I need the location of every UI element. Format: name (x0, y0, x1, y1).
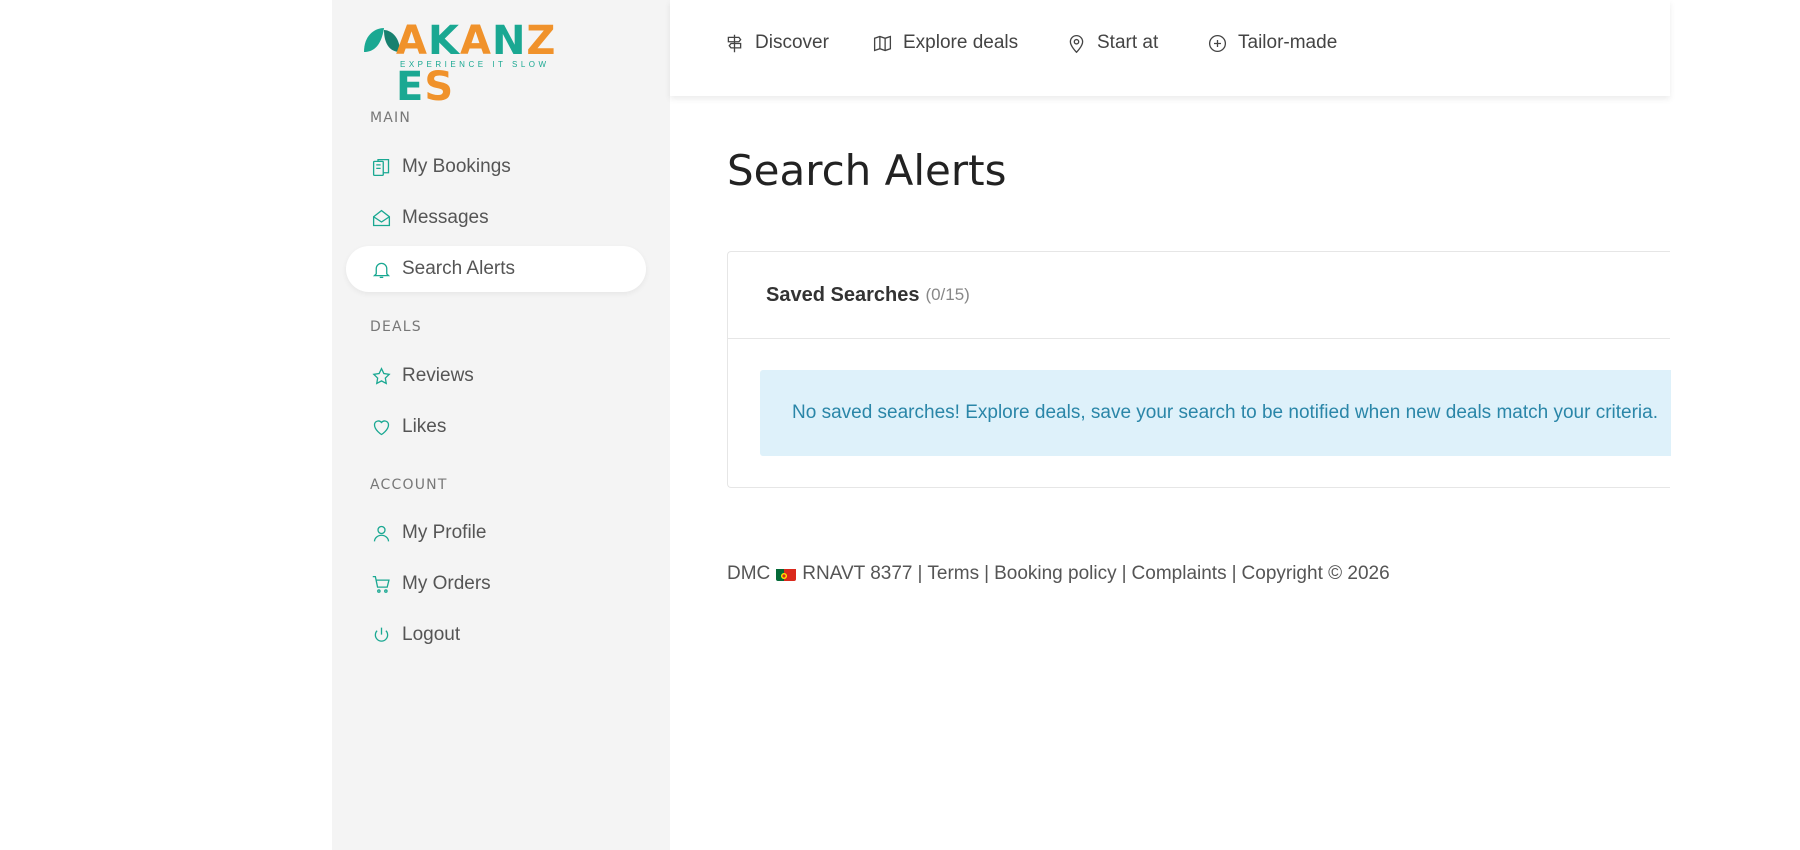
sidebar-item-label: Search Alerts (402, 258, 515, 279)
star-icon (370, 365, 392, 387)
sidebar-item-my-bookings[interactable]: My Bookings (346, 144, 646, 190)
section-deals-heading: DEALS (370, 319, 422, 335)
footer-terms-link[interactable]: Terms (927, 563, 979, 585)
card-header: Saved Searches (0/15) (728, 252, 1670, 339)
saved-searches-card: Saved Searches (0/15) No saved searches!… (727, 251, 1671, 488)
top-navigation: Discover Explore deals Start at Tailor-m… (670, 0, 1670, 96)
heart-icon (370, 416, 392, 438)
bell-icon (370, 258, 392, 280)
sidebar-item-messages[interactable]: Messages (346, 195, 646, 241)
sidebar-item-label: Messages (402, 207, 489, 228)
sidebar: AKANZES EXPERIENCE IT SLOW MAIN My Booki… (332, 0, 670, 850)
sidebar-item-my-orders[interactable]: My Orders (346, 561, 646, 607)
signpost-icon (727, 34, 742, 52)
footer-complaints-link[interactable]: Complaints (1132, 563, 1227, 585)
sidebar-item-my-profile[interactable]: My Profile (346, 510, 646, 556)
saved-searches-count: (0/15) (925, 285, 970, 304)
sidebar-item-label: Logout (402, 624, 461, 645)
footer-separator: | (984, 563, 990, 584)
nav-tailor-made[interactable]: Tailor-made (1207, 32, 1337, 54)
sidebar-item-search-alerts[interactable]: Search Alerts (346, 246, 646, 292)
footer-separator: | (1121, 563, 1127, 584)
footer-dmc: DMC (727, 563, 771, 584)
footer-copyright: Copyright © 2026 (1241, 563, 1390, 584)
power-icon (370, 624, 392, 646)
brand-logo[interactable]: AKANZES EXPERIENCE IT SLOW (362, 18, 580, 110)
map-icon (873, 35, 892, 51)
empty-state-alert: No saved searches! Explore deals, save y… (760, 370, 1671, 456)
portugal-flag-icon (776, 567, 797, 581)
sidebar-item-label: My Orders (402, 573, 491, 594)
page-title: Search Alerts (727, 146, 1007, 195)
cart-icon (370, 573, 392, 595)
footer: DMC RNAVT 8377 | Terms | Booking policy … (727, 563, 1390, 585)
sidebar-item-reviews[interactable]: Reviews (346, 353, 646, 399)
footer-rnavt: RNAVT 8377 (802, 563, 913, 584)
card-title: Saved Searches (766, 283, 920, 306)
sidebar-item-logout[interactable]: Logout (346, 612, 646, 658)
plus-circle-icon (1208, 34, 1227, 52)
footer-separator: | (1231, 563, 1237, 584)
sidebar-item-label: My Profile (402, 522, 487, 543)
logo-tagline: EXPERIENCE IT SLOW (400, 60, 550, 69)
footer-separator: | (917, 563, 923, 584)
footer-booking-policy-link[interactable]: Booking policy (994, 563, 1117, 585)
sidebar-item-label: Likes (402, 416, 447, 437)
section-main-heading: MAIN (370, 110, 412, 126)
sidebar-item-likes[interactable]: Likes (346, 404, 646, 450)
nav-discover[interactable]: Discover (724, 32, 829, 54)
nav-explore-deals[interactable]: Explore deals (872, 32, 1018, 54)
sidebar-item-label: Reviews (402, 365, 474, 386)
user-icon (370, 522, 392, 544)
envelope-icon (370, 207, 392, 229)
sidebar-item-label: My Bookings (402, 156, 511, 177)
nav-start-at[interactable]: Start at (1066, 32, 1158, 54)
bookings-icon (370, 156, 392, 178)
map-pin-icon (1069, 34, 1084, 53)
section-account-heading: ACCOUNT (370, 477, 448, 493)
